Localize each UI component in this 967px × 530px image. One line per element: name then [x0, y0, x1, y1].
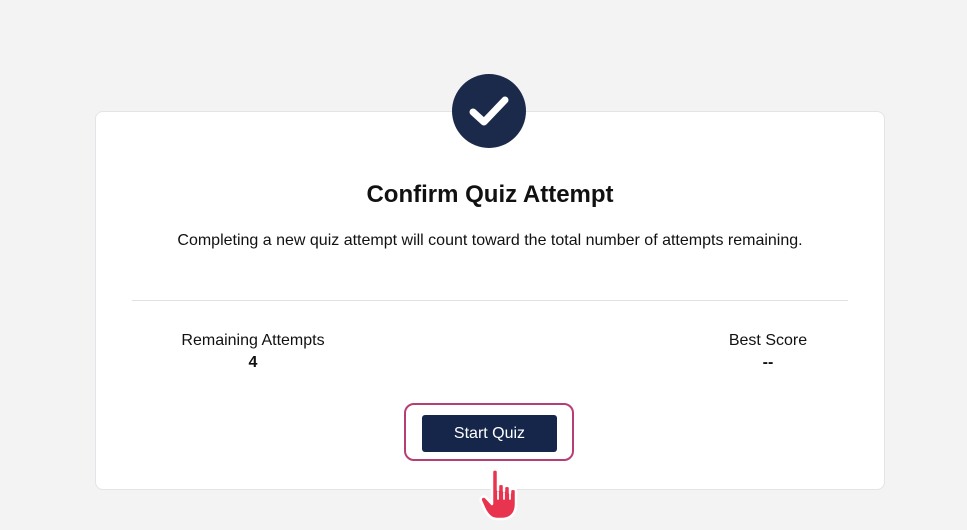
divider	[132, 300, 848, 301]
start-quiz-button[interactable]: Start Quiz	[422, 415, 557, 452]
best-score-stat: Best Score --	[716, 330, 820, 374]
remaining-attempts-label: Remaining Attempts	[181, 332, 325, 349]
check-circle-icon	[452, 74, 526, 148]
remaining-attempts-value: 4	[248, 354, 258, 371]
best-score-label: Best Score	[728, 332, 808, 349]
hand-pointer-icon	[478, 466, 524, 522]
dialog-title: Confirm Quiz Attempt	[366, 181, 614, 208]
dialog-description: Completing a new quiz attempt will count…	[177, 232, 803, 249]
best-score-value: --	[762, 354, 774, 371]
remaining-attempts-stat: Remaining Attempts 4	[165, 330, 341, 374]
